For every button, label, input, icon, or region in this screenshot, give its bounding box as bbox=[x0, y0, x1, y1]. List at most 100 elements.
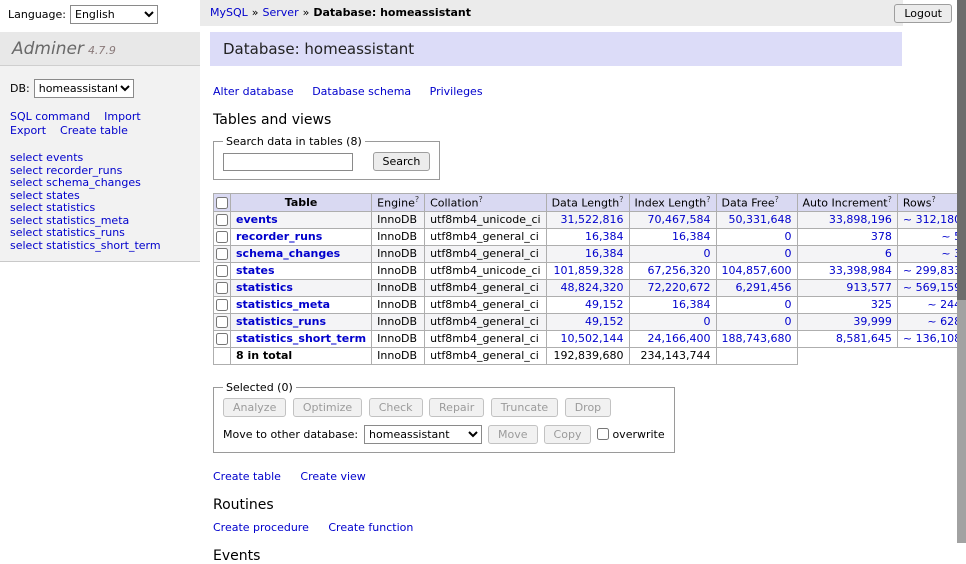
breadcrumb-server-link[interactable]: Server bbox=[263, 6, 299, 19]
row-select-checkbox[interactable] bbox=[216, 316, 228, 328]
select-all-checkbox[interactable] bbox=[216, 197, 228, 209]
row-select-checkbox[interactable] bbox=[216, 248, 228, 260]
data-length-link[interactable]: 31,522,816 bbox=[561, 213, 624, 226]
sidebar-table-link-statistics[interactable]: select statistics bbox=[10, 202, 190, 215]
index-length-link[interactable]: 72,220,672 bbox=[648, 281, 711, 294]
data-free-link[interactable]: 0 bbox=[785, 247, 792, 260]
row-select-checkbox[interactable] bbox=[216, 299, 228, 311]
index-length-help-link[interactable]: ? bbox=[706, 195, 710, 204]
optimize-button[interactable]: Optimize bbox=[293, 398, 362, 417]
table-name-link[interactable]: schema_changes bbox=[236, 247, 340, 260]
repair-button[interactable]: Repair bbox=[429, 398, 484, 417]
truncate-button[interactable]: Truncate bbox=[491, 398, 558, 417]
index-length-link[interactable]: 0 bbox=[704, 315, 711, 328]
rows-help-link[interactable]: ? bbox=[931, 195, 935, 204]
search-input[interactable] bbox=[223, 153, 353, 171]
export-link[interactable]: Export bbox=[10, 124, 46, 137]
row-select-checkbox[interactable] bbox=[216, 282, 228, 294]
index-length-link[interactable]: 16,384 bbox=[672, 230, 711, 243]
scrollbar[interactable] bbox=[957, 0, 966, 543]
data-free-link[interactable]: 0 bbox=[785, 230, 792, 243]
auto-increment-help-link[interactable]: ? bbox=[888, 195, 892, 204]
create-table-link[interactable]: Create table bbox=[60, 124, 128, 137]
index-length-link[interactable]: 70,467,584 bbox=[648, 213, 711, 226]
row-select-checkbox[interactable] bbox=[216, 333, 228, 345]
language-select[interactable]: English bbox=[70, 5, 158, 24]
auto-increment-link[interactable]: 39,999 bbox=[853, 315, 892, 328]
table-name-link[interactable]: recorder_runs bbox=[236, 230, 322, 243]
data-length-link[interactable]: 16,384 bbox=[585, 247, 624, 260]
check-button[interactable]: Check bbox=[369, 398, 423, 417]
table-name-link[interactable]: events bbox=[236, 213, 278, 226]
data-length-link[interactable]: 48,824,320 bbox=[561, 281, 624, 294]
col-engine: Engine? bbox=[372, 194, 425, 212]
engine-help-link[interactable]: ? bbox=[415, 195, 419, 204]
database-schema-link[interactable]: Database schema bbox=[312, 85, 411, 98]
data-free-link[interactable]: 188,743,680 bbox=[722, 332, 792, 345]
data-length-link[interactable]: 101,859,328 bbox=[554, 264, 624, 277]
table-name-link[interactable]: statistics_short_term bbox=[236, 332, 366, 345]
row-select-checkbox[interactable] bbox=[216, 214, 228, 226]
copy-button[interactable]: Copy bbox=[544, 425, 592, 444]
db-select[interactable]: homeassistant bbox=[34, 79, 134, 98]
auto-increment-link[interactable]: 33,398,984 bbox=[829, 264, 892, 277]
scrollbar-thumb[interactable] bbox=[957, 0, 966, 300]
move-button[interactable]: Move bbox=[488, 425, 538, 444]
index-length-link[interactable]: 16,384 bbox=[672, 298, 711, 311]
data-free-help-link[interactable]: ? bbox=[775, 195, 779, 204]
sidebar-table-link-schema-changes[interactable]: select schema_changes bbox=[10, 177, 190, 190]
auto-increment-link[interactable]: 325 bbox=[871, 298, 892, 311]
import-link[interactable]: Import bbox=[104, 110, 141, 123]
table-name-link[interactable]: states bbox=[236, 264, 275, 277]
table-name-link[interactable]: statistics bbox=[236, 281, 293, 294]
data-length-help-link[interactable]: ? bbox=[619, 195, 623, 204]
analyze-button[interactable]: Analyze bbox=[223, 398, 286, 417]
drop-button[interactable]: Drop bbox=[565, 398, 611, 417]
data-length-link[interactable]: 49,152 bbox=[585, 298, 624, 311]
index-length-link[interactable]: 0 bbox=[704, 247, 711, 260]
auto-increment-link[interactable]: 6 bbox=[885, 247, 892, 260]
row-select-checkbox[interactable] bbox=[216, 231, 228, 243]
data-free-link[interactable]: 0 bbox=[785, 298, 792, 311]
index-length-link[interactable]: 67,256,320 bbox=[648, 264, 711, 277]
rows-count-link[interactable]: ~ 312,180 bbox=[903, 213, 961, 226]
data-free-link[interactable]: 6,291,456 bbox=[736, 281, 792, 294]
data-free-link[interactable]: 50,331,648 bbox=[729, 213, 792, 226]
sidebar-table-link-events[interactable]: select events bbox=[10, 152, 190, 165]
data-free-link[interactable]: 104,857,600 bbox=[722, 264, 792, 277]
create-links: Create table Create view bbox=[213, 470, 913, 483]
search-button[interactable]: Search bbox=[373, 152, 431, 171]
auto-increment-link[interactable]: 378 bbox=[871, 230, 892, 243]
sidebar-table-link-statistics-short-term[interactable]: select statistics_short_term bbox=[10, 240, 190, 253]
logout-button[interactable]: Logout bbox=[894, 4, 952, 23]
rows-count-link[interactable]: ~ 299,833 bbox=[903, 264, 961, 277]
sql-command-link[interactable]: SQL command bbox=[10, 110, 90, 123]
move-label: Move to other database: bbox=[223, 428, 358, 441]
move-database-select[interactable]: homeassistant bbox=[364, 425, 482, 444]
table-name-link[interactable]: statistics_meta bbox=[236, 298, 330, 311]
data-length-link[interactable]: 16,384 bbox=[585, 230, 624, 243]
data-length-link[interactable]: 10,502,144 bbox=[561, 332, 624, 345]
auto-increment-link[interactable]: 8,581,645 bbox=[836, 332, 892, 345]
col-data-length-label: Data Length bbox=[552, 197, 620, 210]
index-length-link[interactable]: 24,166,400 bbox=[648, 332, 711, 345]
alter-database-link[interactable]: Alter database bbox=[213, 85, 294, 98]
data-length-link[interactable]: 49,152 bbox=[585, 315, 624, 328]
sidebar-menu: Adminer4.7.9 DB:homeassistant SQL comman… bbox=[0, 32, 200, 262]
rows-count-link[interactable]: ~ 569,159 bbox=[903, 281, 961, 294]
create-view-link[interactable]: Create view bbox=[300, 470, 365, 483]
create-function-link[interactable]: Create function bbox=[328, 521, 413, 534]
breadcrumb-mysql-link[interactable]: MySQL bbox=[210, 6, 248, 19]
overwrite-checkbox[interactable] bbox=[597, 428, 609, 440]
collation-help-link[interactable]: ? bbox=[478, 195, 482, 204]
create-table-link-main[interactable]: Create table bbox=[213, 470, 281, 483]
auto-increment-link[interactable]: 33,898,196 bbox=[829, 213, 892, 226]
rows-count-link[interactable]: ~ 136,108 bbox=[903, 332, 961, 345]
auto-increment-link[interactable]: 913,577 bbox=[846, 281, 892, 294]
table-name-link[interactable]: statistics_runs bbox=[236, 315, 326, 328]
create-procedure-link[interactable]: Create procedure bbox=[213, 521, 309, 534]
row-select-checkbox[interactable] bbox=[216, 265, 228, 277]
data-free-link[interactable]: 0 bbox=[785, 315, 792, 328]
privileges-link[interactable]: Privileges bbox=[430, 85, 483, 98]
sidebar-table-link-statistics-runs[interactable]: select statistics_runs bbox=[10, 227, 190, 240]
